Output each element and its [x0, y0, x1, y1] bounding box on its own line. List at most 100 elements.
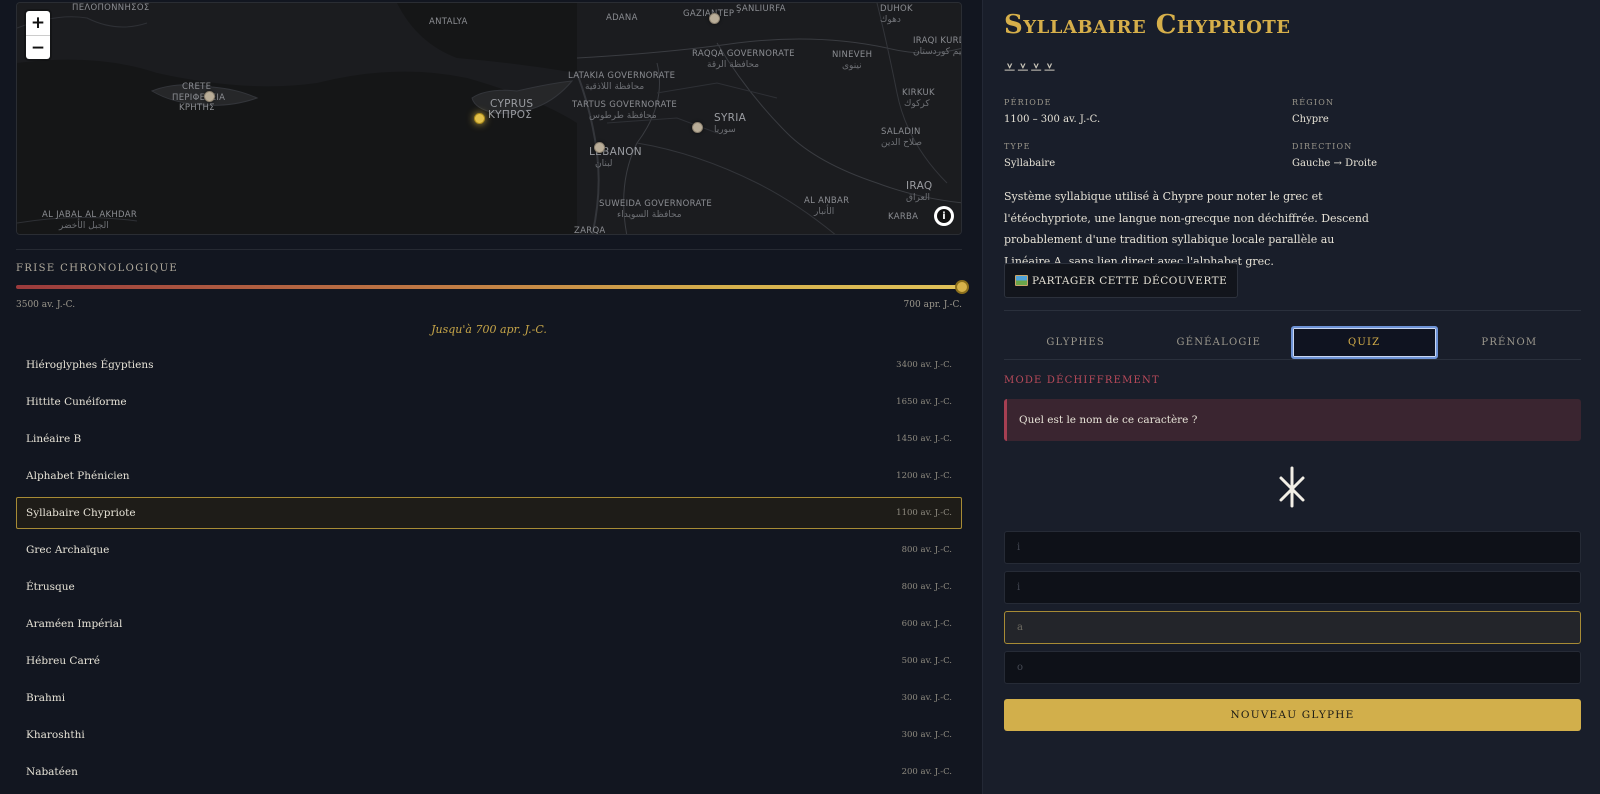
map-label-kirkuk: KIRKUK	[902, 88, 935, 98]
map-label-tartus-ar: محافظة طرطوس	[589, 111, 657, 121]
detail-panel: Syllabaire Chypriote ⩡⩡⩡⩡ PÉRIODE 1100 –…	[982, 0, 1600, 794]
map-label-saladin-ar: صلاح الدين	[881, 138, 923, 148]
share-button-label: PARTAGER CETTE DÉCOUVERTE	[1032, 274, 1228, 287]
period-value: 1100 – 300 av. J.-C.	[1004, 114, 1101, 125]
info-icon: i	[937, 209, 951, 223]
script-list-item[interactable]: Hébreu Carré 500 av. J.-C.	[16, 645, 962, 677]
map-label-iraq: IRAQ	[906, 180, 933, 192]
script-list-item[interactable]: Alphabet Phénicien 1200 av. J.-C.	[16, 460, 962, 492]
map-divider	[16, 249, 962, 250]
map-label-adana: ADANA	[606, 13, 638, 23]
script-list-item-name: Brahmi	[26, 692, 66, 704]
quiz-answer-option[interactable]: i	[1004, 571, 1581, 604]
map-marker-mesopotamia[interactable]	[709, 13, 720, 24]
detail-tabs: GLYPHES GÉNÉALOGIE QUIZ PRÉNOM	[1004, 326, 1581, 360]
script-list-item-date: 1200 av. J.-C.	[896, 471, 952, 481]
map-marker-lebanon[interactable]	[594, 142, 605, 153]
map-label-cyprus-gr: ΚΥΠΡΟΣ	[488, 109, 533, 121]
map-label-nineveh-ar: نينوى	[842, 61, 862, 71]
map-label-peloponnese: ΠΕΛΟΠΟΝΝΗΣΟΣ	[72, 3, 150, 13]
script-list-item[interactable]: Hiéroglyphes Égyptiens 3400 av. J.-C.	[16, 349, 962, 381]
map-label-syria-ar: سوريا	[714, 125, 736, 135]
map-label-saladin: SALADIN	[881, 127, 921, 137]
map-label-zarqa: ZARQA	[574, 226, 606, 235]
map-label-antalya: ANTALYA	[429, 17, 468, 27]
script-list-item-date: 1650 av. J.-C.	[896, 397, 952, 407]
script-list-item[interactable]: Nabatéen 200 av. J.-C.	[16, 756, 962, 788]
map-marker-cyprus[interactable]	[474, 113, 485, 124]
script-title: Syllabaire Chypriote	[1004, 10, 1291, 40]
quiz-answer-option[interactable]: a	[1004, 611, 1581, 644]
script-list-item-name: Grec Archaïque	[26, 544, 110, 556]
map-label-suweida-ar: محافظة السويداء	[617, 210, 682, 220]
script-list-item[interactable]: Linéaire B 1450 av. J.-C.	[16, 423, 962, 455]
map-attribution-button[interactable]: i	[934, 206, 954, 226]
quiz-mode-label: MODE DÉCHIFFREMENT	[1004, 375, 1160, 386]
type-label: TYPE	[1004, 142, 1031, 151]
map-label-al-anbar-ar: الأنبار	[814, 207, 835, 217]
share-button[interactable]: PARTAGER CETTE DÉCOUVERTE	[1004, 263, 1239, 298]
script-list-item-date: 300 av. J.-C.	[901, 693, 952, 703]
script-list-item[interactable]: Araméen Impérial 600 av. J.-C.	[16, 608, 962, 640]
map-label-latakia-ar: محافظة اللاذقية	[585, 82, 645, 92]
timeline-current-label: Jusqu'à 700 apr. J.-C.	[431, 323, 547, 336]
map-label-crete-gr2: ΚΡΗΤΗΣ	[179, 103, 215, 113]
script-list-item[interactable]: Syllabaire Chypriote 1100 av. J.-C.	[16, 497, 962, 529]
direction-value: Gauche → Droite	[1292, 158, 1378, 169]
script-list-item-date: 800 av. J.-C.	[901, 545, 952, 555]
map-label-sanliurfa: ŞANLIURFA	[736, 4, 786, 14]
script-list-item-date: 600 av. J.-C.	[901, 619, 952, 629]
script-list-item-name: Hiéroglyphes Égyptiens	[26, 359, 154, 371]
zoom-in-button[interactable]: +	[26, 11, 50, 35]
script-list-item-name: Araméen Impérial	[26, 618, 123, 630]
map-marker-crete[interactable]	[204, 91, 215, 102]
script-list-item[interactable]: Grec Archaïque 800 av. J.-C.	[16, 534, 962, 566]
direction-label: DIRECTION	[1292, 142, 1353, 151]
new-glyph-button[interactable]: NOUVEAU GLYPHE	[1004, 699, 1581, 731]
timeline-start-label: 3500 av. J.-C.	[16, 300, 76, 310]
map-label-syria: SYRIA	[714, 112, 747, 124]
tab-genealogie[interactable]: GÉNÉALOGIE	[1147, 326, 1290, 359]
script-list-item[interactable]: Étrusque 800 av. J.-C.	[16, 571, 962, 603]
quiz-answers: iiao	[1004, 531, 1581, 691]
script-list-item-name: Alphabet Phénicien	[26, 470, 130, 482]
script-list-item-name: Linéaire B	[26, 433, 82, 445]
picture-icon	[1015, 275, 1028, 286]
script-list: Hiéroglyphes Égyptiens 3400 av. J.-C. Hitt…	[16, 349, 962, 793]
timeline-slider-track[interactable]	[16, 285, 962, 289]
script-list-item-name: Étrusque	[26, 581, 75, 593]
map-label-tartus: TARTUS GOVERNORATE	[572, 100, 678, 110]
tab-prenom[interactable]: PRÉNOM	[1438, 326, 1581, 359]
quiz-glyph-symbol	[1279, 466, 1305, 508]
script-list-item-name: Syllabaire Chypriote	[26, 507, 136, 519]
map-label-al-jabal: AL JABAL AL AKHDAR	[42, 210, 138, 220]
tab-glyphes[interactable]: GLYPHES	[1004, 326, 1147, 359]
script-list-item-name: Hébreu Carré	[26, 655, 100, 667]
map-label-karbala: KARBA	[888, 212, 919, 222]
quiz-question: Quel est le nom de ce caractère ?	[1004, 399, 1581, 441]
zoom-out-button[interactable]: −	[26, 35, 50, 59]
script-list-item-date: 1450 av. J.-C.	[896, 434, 952, 444]
script-list-item-date: 1100 av. J.-C.	[896, 508, 952, 518]
timeline-title: FRISE CHRONOLOGIQUE	[16, 263, 179, 274]
quiz-answer-option[interactable]: i	[1004, 531, 1581, 564]
map-label-raqqa-ar: محافظة الرقة	[707, 60, 760, 70]
period-label: PÉRIODE	[1004, 98, 1052, 107]
map-label-latakia: LATAKIA GOVERNORATE	[568, 71, 676, 81]
script-list-item-date: 800 av. J.-C.	[901, 582, 952, 592]
script-list-item[interactable]: Kharoshthi 300 av. J.-C.	[16, 719, 962, 751]
timeline-slider-handle[interactable]	[955, 280, 969, 294]
script-list-item-name: Nabatéen	[26, 766, 78, 778]
script-list-item[interactable]: Brahmi 300 av. J.-C.	[16, 682, 962, 714]
tab-quiz[interactable]: QUIZ	[1290, 326, 1438, 359]
map-marker-syria[interactable]	[692, 122, 703, 133]
script-list-item-date: 500 av. J.-C.	[901, 656, 952, 666]
map-label-al-anbar: AL ANBAR	[804, 196, 850, 206]
quiz-answer-option[interactable]: o	[1004, 651, 1581, 684]
map-label-raqqa: RAQQA GOVERNORATE	[692, 49, 795, 59]
script-list-item[interactable]: Hittite Cunéiforme 1650 av. J.-C.	[16, 386, 962, 418]
map-label-nineveh: NINEVEH	[832, 50, 873, 60]
timeline-end-label: 700 apr. J.-C.	[903, 300, 962, 310]
map-label-kirkuk-ar: كركوك	[904, 99, 930, 109]
map[interactable]: ΠΕΛΟΠΟΝΝΗΣΟΣ ANTALYA ADANA GAZIANTEP ŞAN…	[16, 2, 962, 235]
